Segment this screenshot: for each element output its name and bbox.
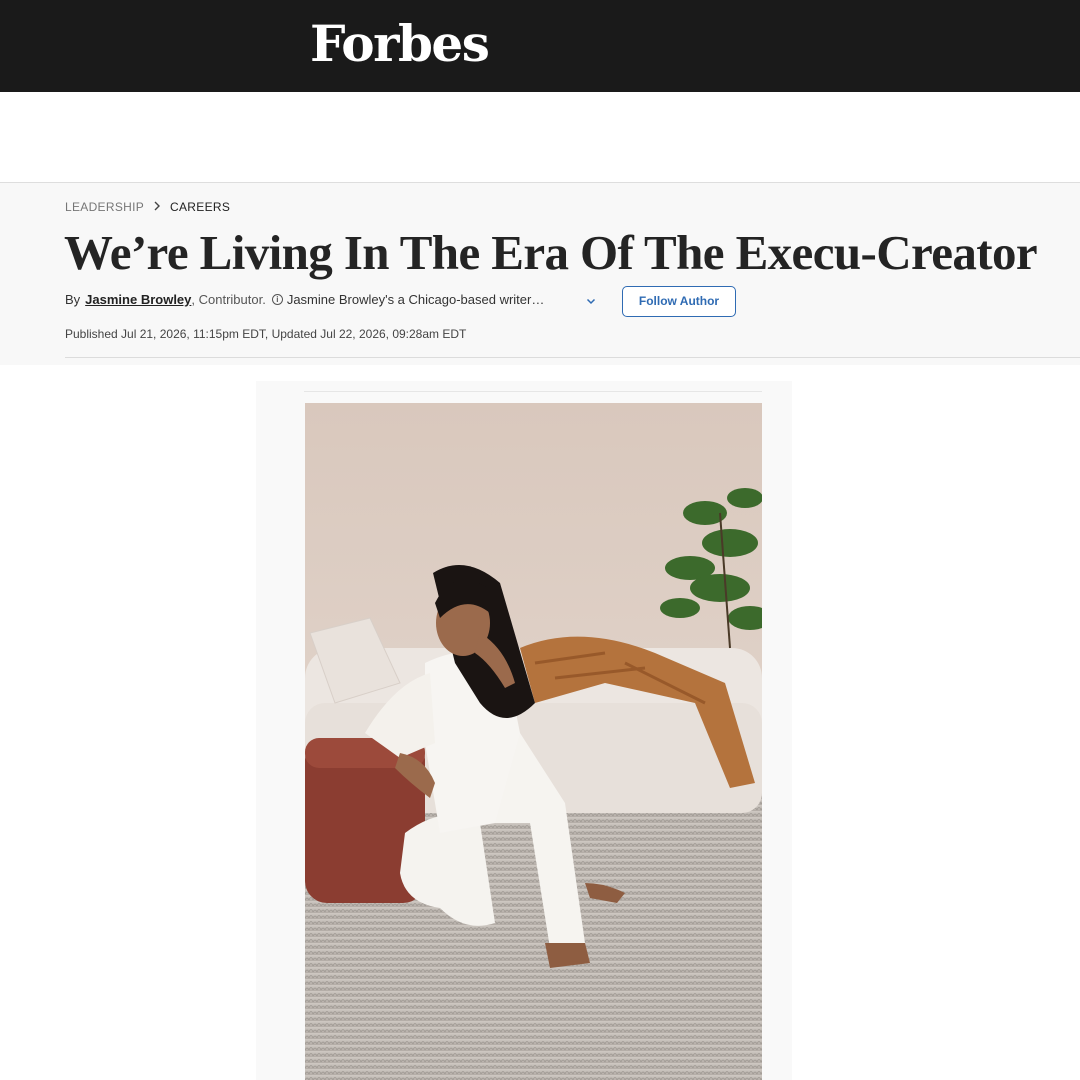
byline: By Jasmine Browley , Contributor. i Jasm… (65, 292, 544, 307)
publish-dates: Published Jul 21, 2026, 11:15pm EDT, Upd… (65, 327, 467, 341)
article-headline: We’re Living In The Era Of The Execu-Cre… (64, 225, 1038, 280)
info-icon[interactable]: i (271, 294, 283, 305)
forbes-logo[interactable]: Forbes (310, 14, 490, 74)
header-divider (65, 357, 1080, 358)
breadcrumb: LEADERSHIP CAREERS (65, 200, 230, 214)
breadcrumb-careers[interactable]: CAREERS (170, 200, 230, 214)
top-navigation-bar: Forbes (0, 0, 1080, 92)
chevron-right-icon (153, 200, 161, 214)
article-header: LEADERSHIP CAREERS We’re Living In The E… (0, 182, 1080, 365)
chevron-down-icon[interactable] (585, 294, 597, 306)
author-role: , Contributor. (191, 292, 266, 307)
ad-space (0, 92, 1080, 182)
follow-author-button[interactable]: Follow Author (622, 286, 736, 317)
hero-photo (305, 403, 762, 1080)
byline-prefix: By (65, 292, 81, 307)
author-bio: Jasmine Browley's a Chicago-based writer… (286, 292, 545, 307)
author-link[interactable]: Jasmine Browley (85, 292, 191, 307)
breadcrumb-leadership[interactable]: LEADERSHIP (65, 200, 144, 214)
frame-rule (304, 391, 762, 392)
